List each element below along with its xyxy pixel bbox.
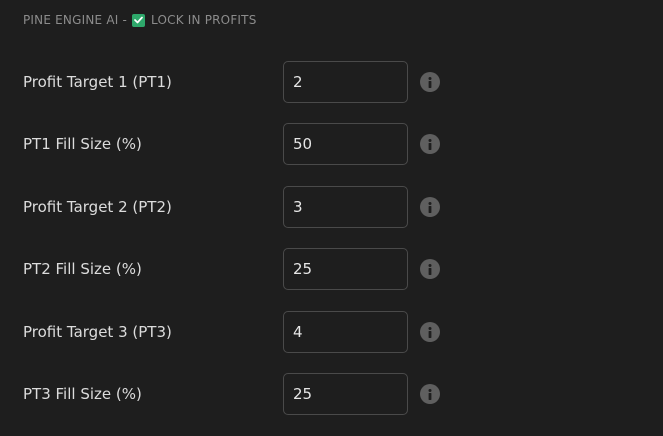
info-icon[interactable] xyxy=(420,322,440,342)
input-field[interactable] xyxy=(283,61,408,103)
pt3-input[interactable] xyxy=(284,312,407,352)
field-row-pt3: Profit Target 3 (PT3) xyxy=(0,311,663,353)
info-icon[interactable] xyxy=(420,259,440,279)
field-row-pt1: Profit Target 1 (PT1) xyxy=(0,61,663,103)
field-row-pt2-fill: PT2 Fill Size (%) xyxy=(0,248,663,290)
field-label: Profit Target 1 (PT1) xyxy=(23,73,172,91)
field-label: Profit Target 3 (PT3) xyxy=(23,323,172,341)
section-prefix: PINE ENGINE AI - xyxy=(23,13,128,27)
pt1-fill-input[interactable] xyxy=(284,124,407,164)
input-field[interactable] xyxy=(283,186,408,228)
field-label: Profit Target 2 (PT2) xyxy=(23,198,172,216)
checkbox-checked-icon[interactable] xyxy=(132,13,146,27)
field-row-pt2: Profit Target 2 (PT2) xyxy=(0,186,663,228)
input-field[interactable] xyxy=(283,373,408,415)
pt1-input[interactable] xyxy=(284,62,407,102)
input-field[interactable] xyxy=(283,311,408,353)
section-header: PINE ENGINE AI - LOCK IN PROFITS xyxy=(23,12,257,28)
pt3-fill-input[interactable] xyxy=(284,374,407,414)
field-label: PT3 Fill Size (%) xyxy=(23,385,142,403)
info-icon[interactable] xyxy=(420,72,440,92)
info-icon[interactable] xyxy=(420,384,440,404)
section-title: LOCK IN PROFITS xyxy=(151,13,257,27)
info-icon[interactable] xyxy=(420,197,440,217)
field-row-pt1-fill: PT1 Fill Size (%) xyxy=(0,123,663,165)
field-label: PT1 Fill Size (%) xyxy=(23,135,142,153)
input-field[interactable] xyxy=(283,123,408,165)
pt2-input[interactable] xyxy=(284,187,407,227)
field-row-pt3-fill: PT3 Fill Size (%) xyxy=(0,373,663,415)
info-icon[interactable] xyxy=(420,134,440,154)
input-field[interactable] xyxy=(283,248,408,290)
pt2-fill-input[interactable] xyxy=(284,249,407,289)
field-label: PT2 Fill Size (%) xyxy=(23,260,142,278)
